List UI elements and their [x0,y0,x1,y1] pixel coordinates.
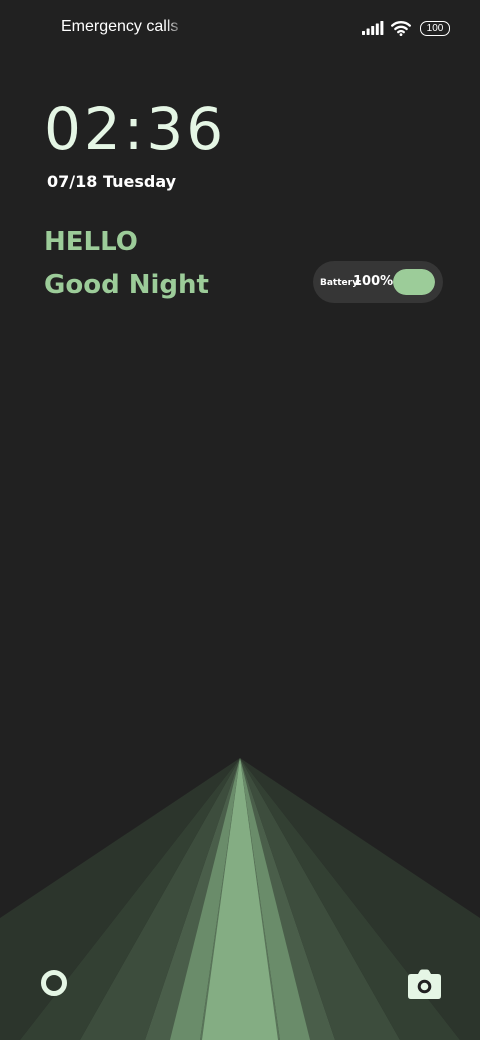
lock-ring-icon[interactable] [39,968,69,998]
wallpaper-rays [0,758,480,1040]
camera-icon[interactable] [407,969,442,1001]
